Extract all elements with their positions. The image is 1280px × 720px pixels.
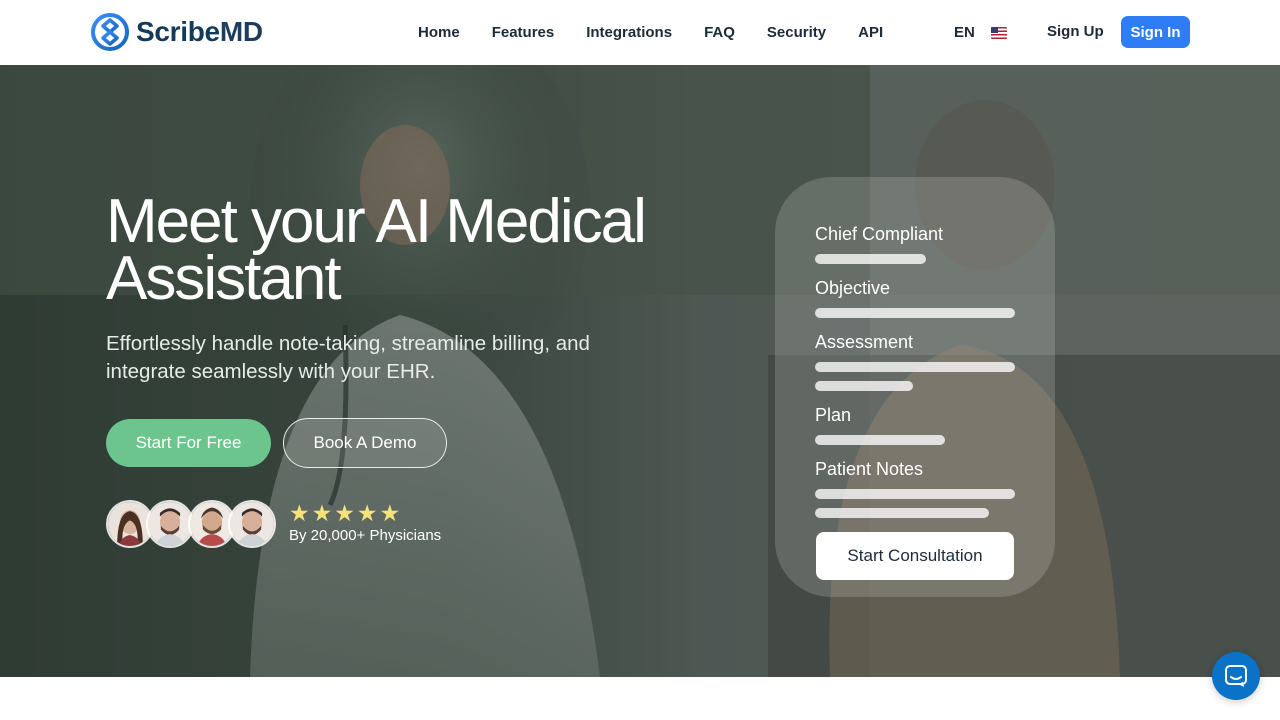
start-consultation-button[interactable]: Start Consultation — [816, 532, 1014, 580]
scribemd-logo[interactable]: ScribeMD — [90, 12, 263, 52]
chat-bubble-icon — [1225, 665, 1247, 687]
avatar — [146, 500, 194, 548]
placeholder-bar — [815, 254, 926, 264]
card-label-chief-compliant: Chief Compliant — [815, 224, 944, 244]
sign-up-link[interactable]: Sign Up — [1047, 23, 1104, 40]
logo-word-md: MD — [219, 16, 263, 47]
star-icon: ★ — [356, 500, 378, 526]
chat-launcher-button[interactable] — [1212, 652, 1260, 700]
placeholder-bar — [815, 508, 989, 518]
sign-in-button[interactable]: Sign In — [1121, 16, 1190, 48]
nav-features[interactable]: Features — [492, 24, 555, 41]
star-icon: ★ — [311, 500, 333, 526]
book-a-demo-button[interactable]: Book A Demo — [283, 418, 447, 468]
nav-security[interactable]: Security — [767, 24, 826, 41]
hero-subtitle: Effortlessly handle note-taking, streaml… — [106, 332, 590, 383]
star-icon: ★ — [379, 500, 401, 526]
card-label-objective: Objective — [815, 278, 891, 298]
placeholder-bar — [815, 489, 1015, 499]
us-flag-icon — [990, 26, 1007, 39]
avatar — [228, 500, 276, 548]
top-navbar: ScribeMD Home Features Integrations FAQ … — [0, 0, 1280, 65]
logo-wordmark: ScribeMD — [136, 16, 263, 48]
star-icon: ★ — [289, 500, 310, 526]
language-selector[interactable]: EN — [954, 0, 1007, 65]
nav-integrations[interactable]: Integrations — [586, 24, 672, 41]
hero-section: Meet your AI Medical Assistant Effortles… — [0, 65, 1280, 677]
placeholder-bar — [815, 435, 945, 445]
card-label-patient-notes: Patient Notes — [815, 459, 924, 479]
language-code: EN — [954, 24, 975, 41]
placeholder-bar — [815, 308, 1015, 318]
star-icon: ★ — [334, 500, 355, 526]
nav-home[interactable]: Home — [418, 24, 460, 41]
nav-api[interactable]: API — [858, 24, 883, 41]
logo-mark-icon — [91, 13, 129, 51]
card-label-assessment: Assessment — [815, 332, 914, 352]
logo-word-scribe: Scribe — [136, 16, 220, 47]
hero-title: Meet your AI Medical Assistant — [106, 187, 647, 313]
soap-note-card: Chief Compliant Objective Assessment Pla… — [775, 177, 1055, 597]
physician-avatars — [106, 500, 278, 550]
placeholder-bar — [815, 381, 913, 391]
rating-stars: ★ ★ ★ ★ ★ — [289, 501, 400, 525]
card-label-plan: Plan — [815, 405, 852, 425]
nav-faq[interactable]: FAQ — [704, 24, 735, 41]
social-proof-text: By 20,000+ Physicians — [289, 527, 442, 544]
placeholder-bar — [815, 362, 1015, 372]
start-for-free-button[interactable]: Start For Free — [106, 419, 271, 467]
main-nav: Home Features Integrations FAQ Security … — [418, 0, 883, 65]
